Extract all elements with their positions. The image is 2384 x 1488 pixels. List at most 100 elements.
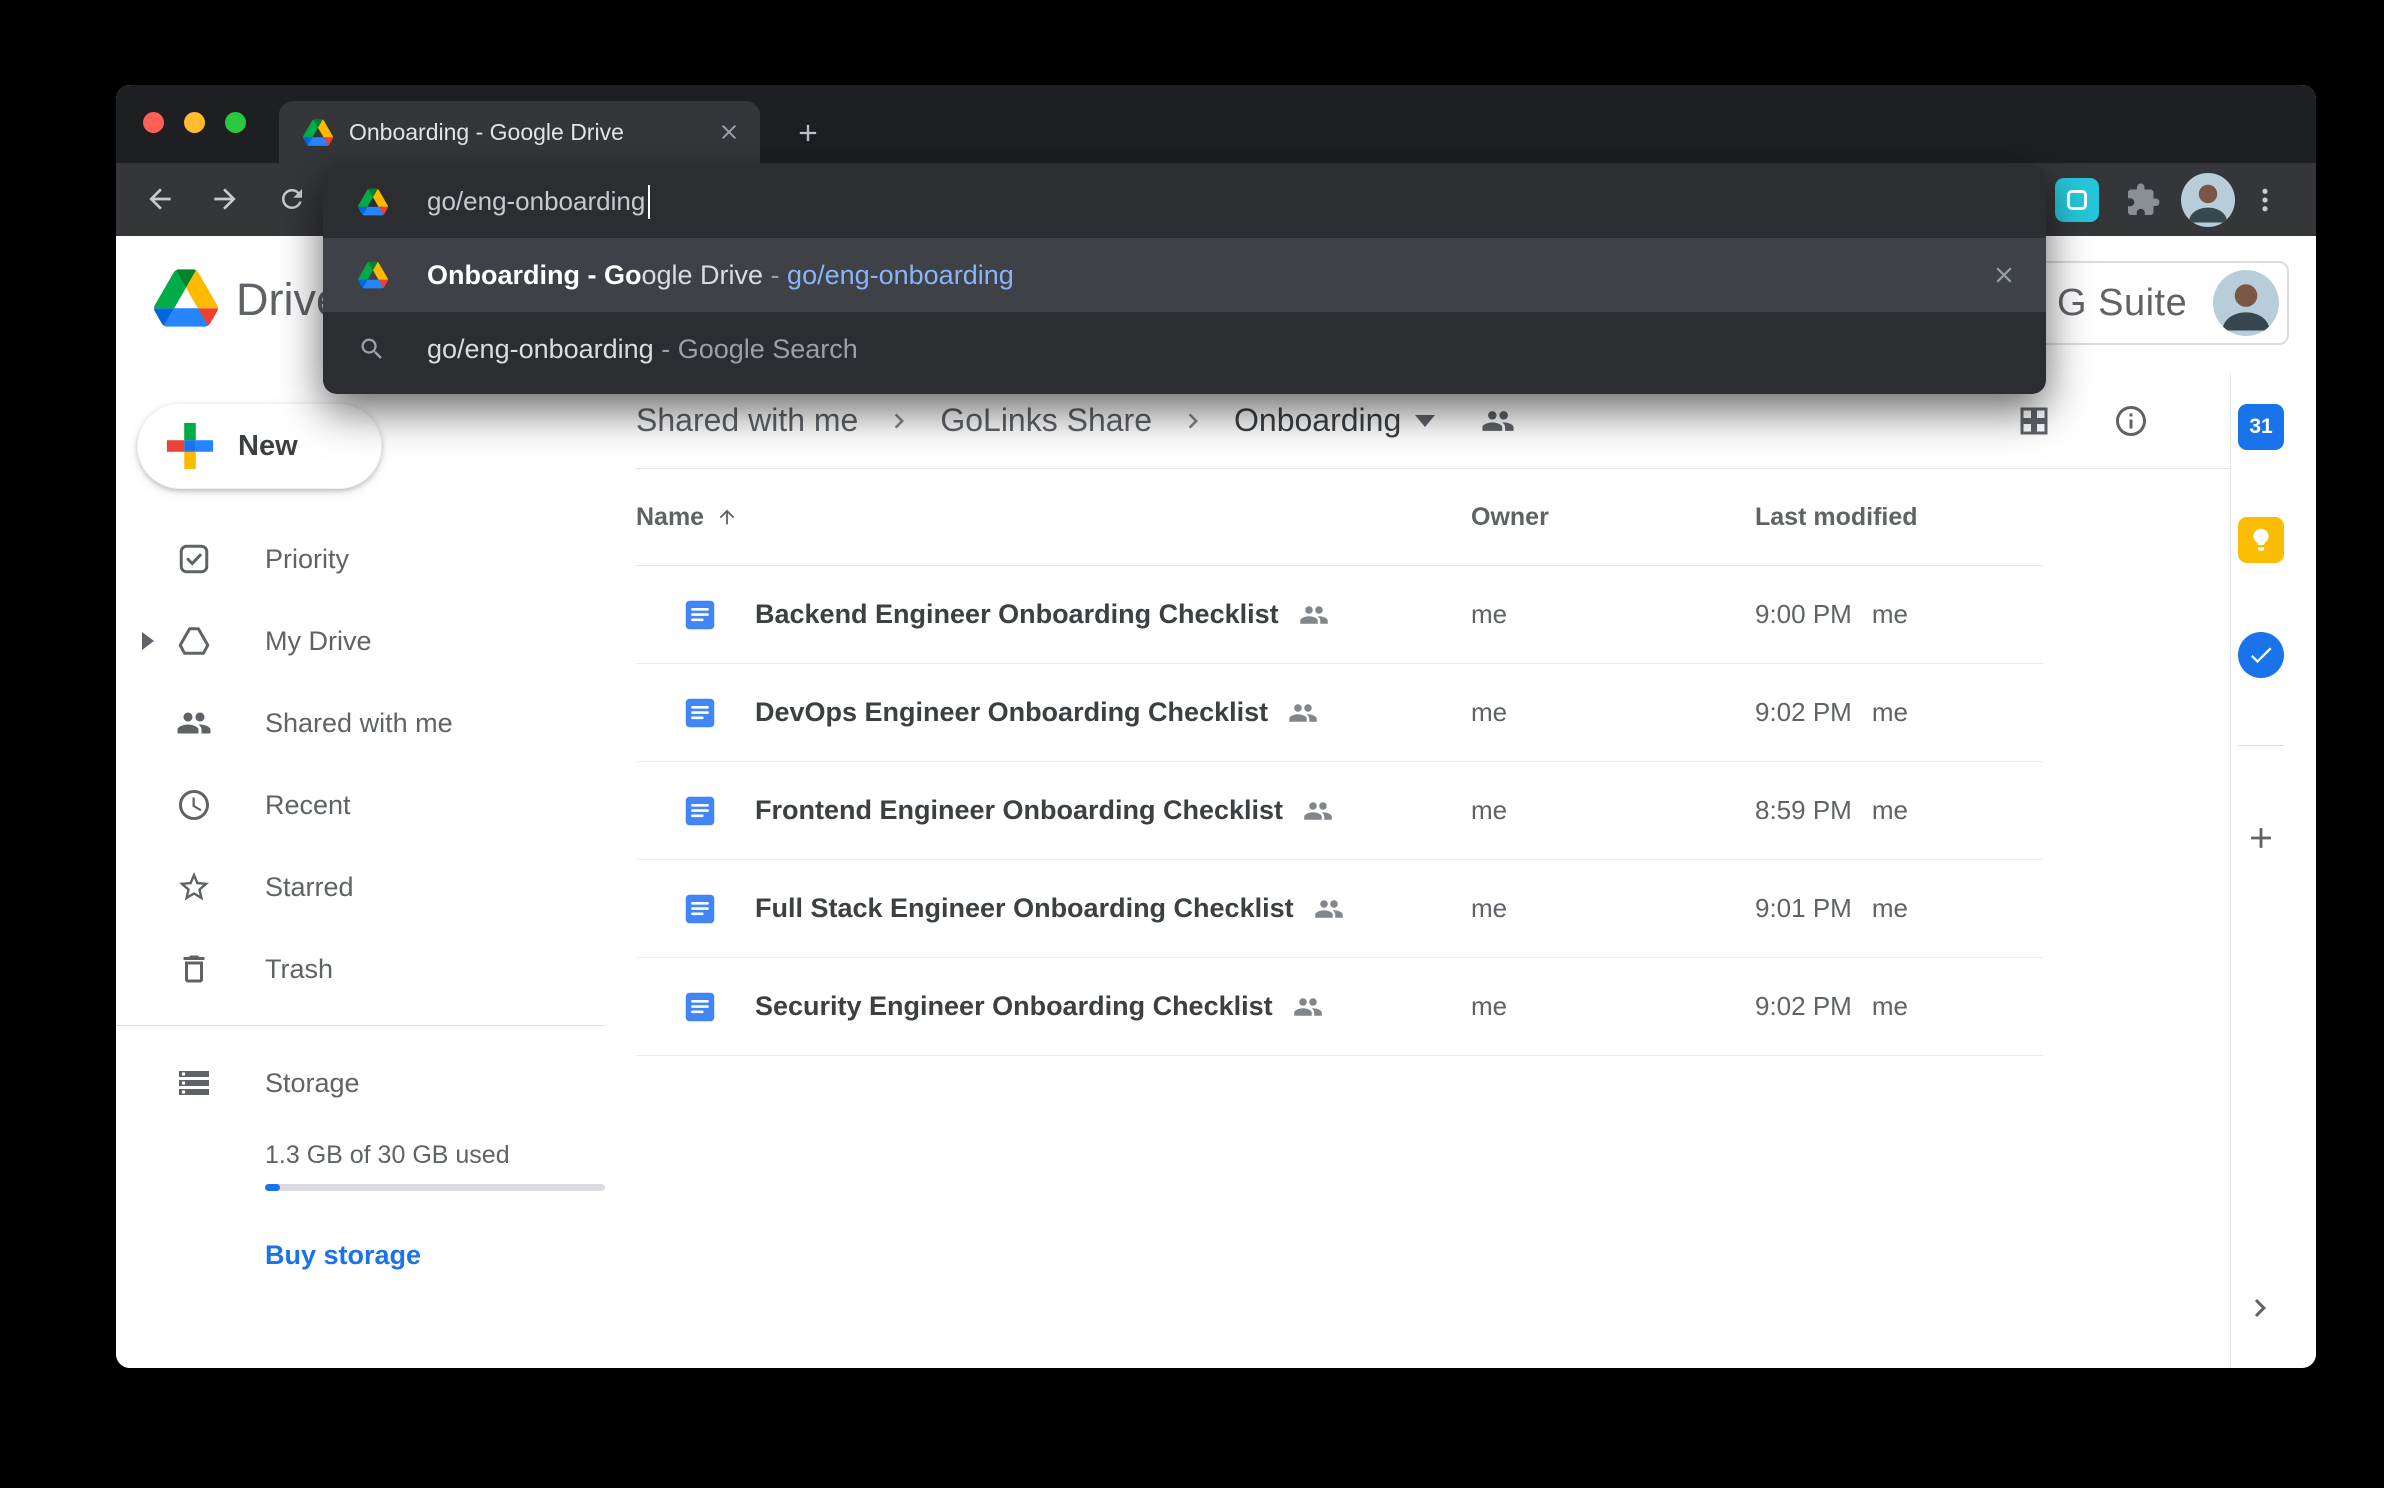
suggestion-drive-result[interactable]: Onboarding - Go ogle Drive - go/eng-onbo… [323, 238, 2046, 312]
priority-check-icon [176, 541, 212, 577]
file-name: Frontend Engineer Onboarding Checklist [755, 795, 1283, 826]
suggestion-google-search[interactable]: go/eng-onboarding - Google Search [323, 312, 2046, 386]
clock-icon [176, 787, 212, 823]
sidebar-item-label: Shared with me [265, 708, 453, 739]
suggestion-query: go/eng-onboarding [427, 334, 654, 365]
file-modified-by: me [1872, 599, 1908, 630]
file-modified-time: 9:00 PM [1755, 599, 1852, 630]
column-header-owner[interactable]: Owner [1471, 469, 1549, 565]
google-tasks-icon[interactable] [2238, 632, 2284, 678]
shared-people-icon [1299, 600, 1329, 630]
tab-strip: Onboarding - Google Drive [116, 85, 2316, 163]
sort-ascending-icon[interactable] [716, 506, 738, 528]
sidebar-item-priority[interactable]: Priority [116, 518, 605, 600]
sidebar-item-label: Trash [265, 954, 333, 985]
google-drive-logo[interactable] [154, 269, 218, 327]
file-modified-by: me [1872, 893, 1908, 924]
shared-people-icon [1293, 992, 1323, 1022]
file-row[interactable]: DevOps Engineer Onboarding Checklist me … [636, 664, 2043, 762]
reload-button[interactable] [265, 172, 319, 226]
sidebar-item-label: Recent [265, 790, 351, 821]
drive-favicon [358, 262, 388, 289]
search-icon [358, 335, 386, 363]
zoom-window-button[interactable] [225, 112, 246, 133]
file-modified-by: me [1872, 991, 1908, 1022]
file-modified-time: 9:01 PM [1755, 893, 1852, 924]
sidebar-item-label: Starred [265, 872, 354, 903]
browser-profile-avatar[interactable] [2181, 163, 2235, 236]
storage-progress-fill [265, 1184, 280, 1191]
suggestion-title-match: Onboarding - Go [427, 260, 641, 291]
extension-puzzle-icon[interactable] [2121, 163, 2165, 236]
storage-usage-text: 1.3 GB of 30 GB used [265, 1141, 510, 1170]
google-docs-icon [682, 891, 718, 927]
sidebar-item-storage[interactable]: Storage [116, 1042, 605, 1124]
shared-people-icon [1303, 796, 1333, 826]
file-name: DevOps Engineer Onboarding Checklist [755, 697, 1268, 728]
gsuite-account-box: G Suite [2025, 261, 2289, 345]
buy-storage-link[interactable]: Buy storage [265, 1240, 421, 1271]
column-header-name[interactable]: Name [636, 469, 738, 565]
storage-icon [176, 1065, 212, 1101]
add-addon-icon[interactable] [2235, 812, 2287, 864]
file-owner: me [1471, 860, 1507, 957]
sidebar-item-recent[interactable]: Recent [116, 764, 605, 846]
shared-people-icon [1288, 698, 1318, 728]
google-keep-icon[interactable] [2238, 517, 2284, 563]
google-docs-icon [682, 989, 718, 1025]
new-tab-button[interactable] [784, 109, 832, 157]
suggestion-title-rest: ogle Drive [641, 260, 763, 291]
grid-view-toggle-icon[interactable] [2013, 400, 2055, 442]
my-drive-icon [176, 623, 212, 659]
omnibox-input[interactable]: go/eng-onboarding [323, 165, 2046, 238]
file-name: Backend Engineer Onboarding Checklist [755, 599, 1279, 630]
file-owner: me [1471, 664, 1507, 761]
golinks-extension-icon[interactable] [2055, 163, 2099, 236]
open-side-panel-chevron-icon[interactable] [2242, 1290, 2278, 1326]
people-icon [176, 705, 212, 741]
breadcrumb-golinks-share[interactable]: GoLinks Share [940, 402, 1152, 439]
google-calendar-icon[interactable]: 31 [2238, 404, 2284, 450]
forward-button[interactable] [198, 172, 252, 226]
drive-favicon [303, 119, 333, 146]
expand-caret-icon[interactable] [142, 632, 154, 650]
browser-window: Onboarding - Google Drive [116, 85, 2316, 1368]
trash-icon [176, 951, 212, 987]
file-row[interactable]: Backend Engineer Onboarding Checklist me… [636, 566, 2043, 664]
sidebar-item-trash[interactable]: Trash [116, 928, 605, 1010]
folder-menu-caret-icon[interactable] [1415, 415, 1435, 427]
sidebar-item-my-drive[interactable]: My Drive [116, 600, 605, 682]
omnibox-value: go/eng-onboarding [427, 186, 645, 217]
sidebar-item-starred[interactable]: Starred [116, 846, 605, 928]
file-name: Security Engineer Onboarding Checklist [755, 991, 1273, 1022]
browser-tab[interactable]: Onboarding - Google Drive [279, 101, 760, 163]
back-button[interactable] [133, 172, 187, 226]
storage-progress-track [265, 1184, 605, 1191]
breadcrumb-onboarding[interactable]: Onboarding [1234, 402, 1401, 439]
sidebar-item-shared-with-me[interactable]: Shared with me [116, 682, 605, 764]
minimize-window-button[interactable] [184, 112, 205, 133]
info-icon[interactable] [2110, 400, 2152, 442]
close-window-button[interactable] [143, 112, 164, 133]
file-row[interactable]: Security Engineer Onboarding Checklist m… [636, 958, 2043, 1056]
sidebar-item-label: Priority [265, 544, 349, 575]
file-modified-by: me [1872, 697, 1908, 728]
file-row[interactable]: Frontend Engineer Onboarding Checklist m… [636, 762, 2043, 860]
sidebar-item-label: Storage [265, 1068, 360, 1099]
side-panel-divider [2230, 373, 2231, 1368]
account-avatar[interactable] [2213, 270, 2279, 336]
rail-divider [2238, 745, 2284, 746]
browser-menu-icon[interactable] [2250, 163, 2280, 236]
file-table-header: Name Owner Last modified [636, 469, 2043, 566]
file-row[interactable]: Full Stack Engineer Onboarding Checklist… [636, 860, 2043, 958]
new-button-label: New [238, 430, 298, 463]
new-button[interactable]: New [137, 403, 382, 489]
remove-suggestion-icon[interactable] [1986, 257, 2022, 293]
column-header-modified[interactable]: Last modified [1755, 469, 1918, 565]
drive-favicon [358, 188, 388, 215]
chevron-right-icon [1178, 406, 1208, 436]
file-owner: me [1471, 762, 1507, 859]
tab-close-icon[interactable] [712, 115, 746, 149]
breadcrumb-shared-with-me[interactable]: Shared with me [636, 402, 858, 439]
file-owner: me [1471, 958, 1507, 1055]
